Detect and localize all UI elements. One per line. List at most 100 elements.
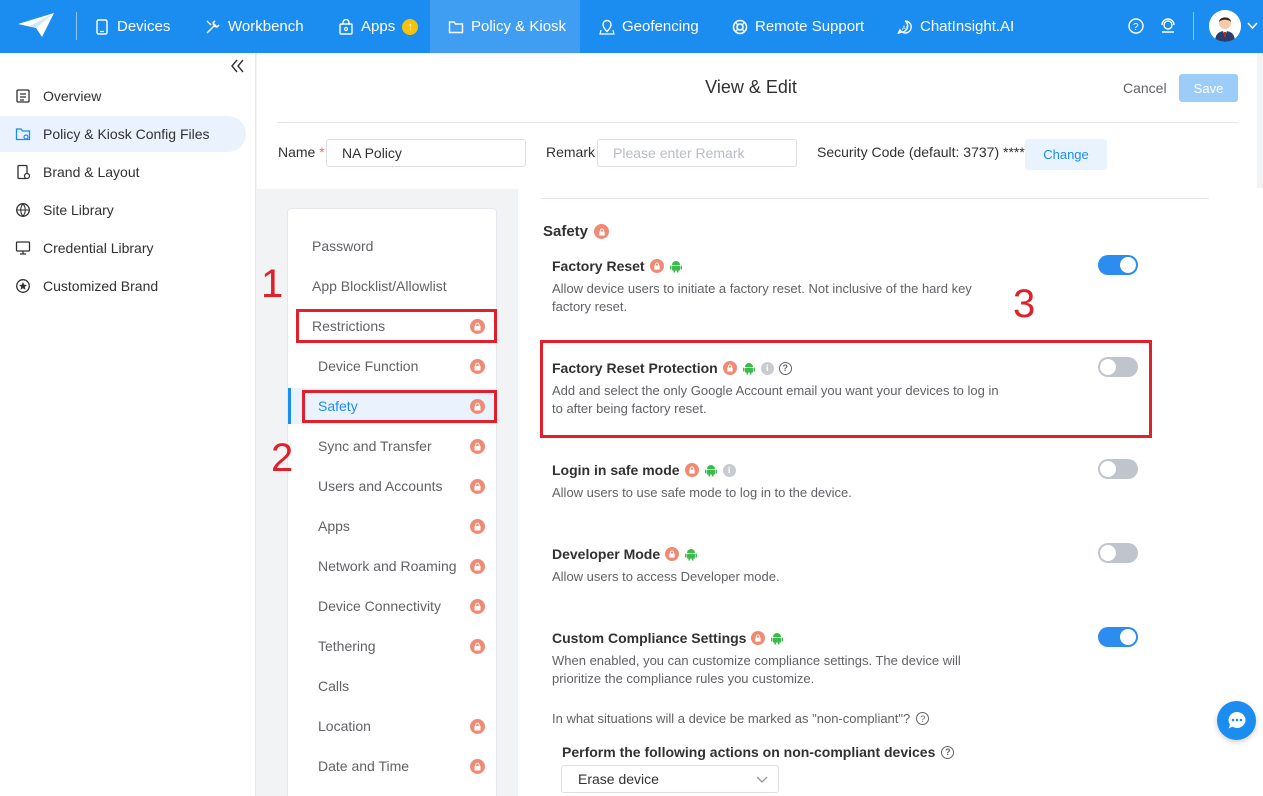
- nav-remote-support[interactable]: Remote Support: [732, 0, 864, 53]
- help-icon[interactable]: ?: [941, 745, 955, 759]
- lock-icon: [751, 631, 766, 645]
- lock-icon: [594, 224, 610, 239]
- svg-text:?: ?: [1133, 22, 1139, 33]
- sidebar-item-policy-config[interactable]: Policy & Kiosk Config Files: [0, 116, 246, 152]
- sidebar-item-label: Overview: [43, 88, 102, 104]
- nav-label: Devices: [117, 18, 171, 35]
- sidebar-item-label: Site Library: [43, 202, 114, 218]
- submenu-item-label: App Blocklist/Allowlist: [312, 278, 447, 294]
- android-icon: [771, 633, 784, 645]
- star-circle-icon: [16, 279, 30, 293]
- sidebar-item-overview[interactable]: Overview: [0, 78, 246, 114]
- support-agent-icon[interactable]: [1159, 17, 1177, 35]
- header-divider: [277, 122, 1238, 123]
- security-code-label: Security Code (default: 3737) ****: [817, 144, 1025, 160]
- nav-label: Apps: [361, 18, 396, 35]
- sidebar-item-label: Policy & Kiosk Config Files: [43, 126, 210, 142]
- submenu-item-label: Device Function: [318, 358, 419, 374]
- annotation-number-2: 2: [271, 436, 294, 480]
- help-icon[interactable]: ?: [916, 712, 930, 725]
- nav-workbench[interactable]: Workbench: [205, 0, 304, 53]
- custom-compliance-toggle[interactable]: [1098, 627, 1138, 647]
- submenu-item-tethering[interactable]: Tethering: [288, 628, 496, 664]
- lock-icon: [470, 358, 485, 374]
- info-icon[interactable]: i: [722, 463, 736, 477]
- cancel-button[interactable]: Cancel: [1123, 80, 1167, 96]
- submenu-item-network-roaming[interactable]: Network and Roaming: [288, 548, 496, 584]
- nav-divider: [1193, 12, 1194, 40]
- lock-icon: [470, 758, 485, 774]
- submenu-item-password[interactable]: Password: [288, 228, 496, 264]
- factory-reset-toggle[interactable]: [1098, 255, 1138, 275]
- setting-desc-developer-mode: Allow users to access Developer mode.: [552, 569, 780, 584]
- submenu-item-sync-transfer[interactable]: Sync and Transfer: [288, 428, 496, 464]
- submenu-item-label: Users and Accounts: [318, 478, 443, 494]
- annotation-box-restrictions: [296, 309, 497, 343]
- submenu-item-label: Password: [312, 238, 374, 254]
- remark-label: Remark: [546, 144, 596, 160]
- chevron-down-icon[interactable]: [1247, 22, 1258, 30]
- submenu-item-calls[interactable]: Calls: [288, 668, 496, 704]
- nav-label: Workbench: [228, 18, 304, 35]
- submenu-item-location[interactable]: Location: [288, 708, 496, 744]
- submenu-item-app-blocklist[interactable]: App Blocklist/Allowlist: [288, 268, 496, 304]
- sidebar-item-customized-brand[interactable]: Customized Brand: [0, 268, 246, 304]
- nav-apps[interactable]: Apps ↑: [338, 0, 419, 53]
- help-icon[interactable]: ?: [1127, 17, 1145, 35]
- tools-icon: [206, 19, 220, 33]
- nav-devices[interactable]: Devices: [94, 0, 170, 53]
- lock-icon: [470, 638, 485, 654]
- submenu-item-label: Location: [318, 718, 371, 734]
- setting-desc-custom-compliance: When enabled, you can customize complian…: [552, 653, 961, 686]
- sidebar-item-brand-layout[interactable]: Brand & Layout: [0, 154, 246, 190]
- chat-support-button[interactable]: [1217, 701, 1256, 740]
- user-avatar[interactable]: [1209, 10, 1241, 42]
- sidebar-item-label: Credential Library: [43, 240, 154, 256]
- airdroid-logo[interactable]: [16, 10, 56, 40]
- setting-title-custom-compliance: Custom Compliance Settings: [552, 630, 784, 646]
- svg-text:AI: AI: [902, 26, 908, 32]
- android-icon: [704, 465, 717, 477]
- name-input[interactable]: NA Policy: [326, 139, 526, 167]
- submenu-item-apps[interactable]: Apps: [288, 508, 496, 544]
- submenu-item-device-connectivity[interactable]: Device Connectivity: [288, 588, 496, 624]
- non-compliant-question: In what situations will a device be mark…: [552, 711, 930, 726]
- submenu-item-label: Tethering: [318, 638, 376, 654]
- nav-chatinsight[interactable]: AI ChatInsight.AI: [897, 0, 1014, 53]
- tablet-icon: [96, 18, 108, 35]
- developer-mode-toggle[interactable]: [1098, 543, 1138, 563]
- submenu-item-date-time[interactable]: Date and Time: [288, 748, 496, 784]
- non-compliant-actions-title: Perform the following actions on non-com…: [562, 744, 955, 760]
- setting-title-text: Developer Mode: [552, 546, 661, 562]
- nav-geofencing[interactable]: Geofencing: [599, 0, 699, 53]
- save-button[interactable]: Save: [1179, 74, 1238, 102]
- content-divider: [541, 198, 1209, 199]
- nav-policy-kiosk[interactable]: Policy & Kiosk: [430, 0, 580, 53]
- nav-label: Policy & Kiosk: [471, 18, 567, 35]
- sidebar-item-site-library[interactable]: Site Library: [0, 192, 246, 228]
- lock-icon: [470, 478, 485, 494]
- lock-icon: [665, 547, 680, 561]
- non-compliant-action-select[interactable]: Erase device: [561, 765, 779, 793]
- name-label: Name *: [278, 144, 325, 160]
- required-asterisk: *: [319, 144, 325, 160]
- page-title: View & Edit: [705, 77, 797, 97]
- top-nav-bar: Devices Workbench Apps ↑ Policy & Kiosk …: [0, 0, 1263, 53]
- remark-input[interactable]: Please enter Remark: [597, 139, 797, 167]
- update-badge: ↑: [402, 18, 419, 35]
- left-sidebar: Overview Policy & Kiosk Config Files Bra…: [0, 53, 256, 796]
- lock-icon: [470, 598, 485, 614]
- lock-icon: [649, 259, 664, 273]
- edit-header: View & Edit Cancel Save Name * NA Policy…: [257, 53, 1257, 189]
- collapse-sidebar-icon[interactable]: [228, 57, 246, 75]
- change-security-code-button[interactable]: Change: [1025, 139, 1107, 170]
- submenu-item-device-function[interactable]: Device Function: [288, 348, 496, 384]
- setting-title-safe-mode: Login in safe mode i: [552, 462, 736, 478]
- sidebar-item-credential-library[interactable]: Credential Library: [0, 230, 246, 266]
- map-icon: [599, 19, 615, 35]
- submenu-item-label: Date and Time: [318, 758, 410, 774]
- submenu-item-users-accounts[interactable]: Users and Accounts: [288, 468, 496, 504]
- nav-label: Geofencing: [622, 18, 699, 35]
- safe-mode-toggle[interactable]: [1098, 459, 1138, 479]
- bag-icon: [339, 18, 353, 35]
